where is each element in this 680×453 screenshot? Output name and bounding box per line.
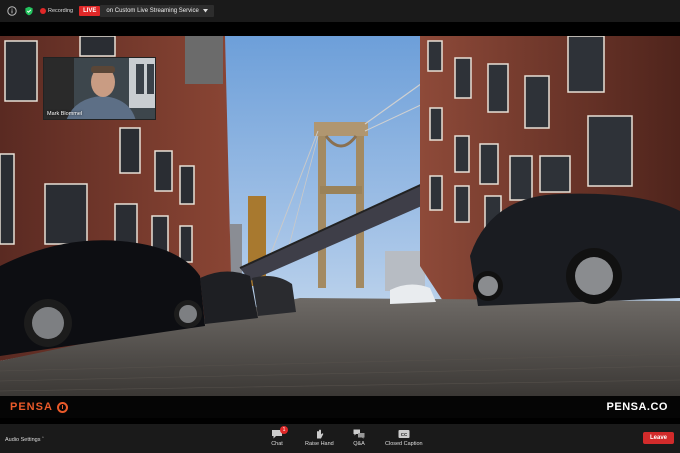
live-badge: LIVE: [79, 6, 101, 16]
raise-hand-button[interactable]: Raise Hand: [305, 429, 334, 447]
participant-name: Mark Blommel: [47, 111, 83, 117]
leave-button[interactable]: Leave: [642, 432, 674, 444]
qa-icon: [353, 429, 365, 439]
shared-video-feed: Mark Blommel: [0, 36, 680, 396]
brand-left-text: PENSA: [10, 401, 53, 413]
caret-down-icon: [202, 9, 208, 13]
power-ring-icon: [56, 401, 68, 413]
brand-banner: PENSA PENSA.CO: [0, 396, 680, 418]
audio-settings-label: Audio Settings: [5, 437, 41, 443]
meeting-toolbar: Audio Settings ˆ 1 Chat Raise Hand Q&A C…: [0, 424, 680, 453]
cc-icon: CC: [398, 429, 410, 439]
raise-hand-icon: [313, 429, 325, 439]
record-dot-icon: [40, 8, 46, 14]
info-icon[interactable]: [6, 6, 17, 17]
recording-indicator[interactable]: Recording: [40, 8, 73, 14]
self-view-thumbnail[interactable]: Mark Blommel: [43, 57, 156, 120]
pensa-logo-left: PENSA: [10, 401, 68, 413]
qa-button[interactable]: Q&A: [353, 429, 365, 447]
pensa-logo-right: PENSA.CO: [606, 401, 668, 413]
audio-settings-button[interactable]: Audio Settings ˆ: [5, 437, 44, 443]
chat-icon: 1: [271, 426, 288, 439]
caret-up-icon: ˆ: [42, 437, 44, 443]
qa-label: Q&A: [353, 441, 365, 447]
chat-label: Chat: [271, 441, 283, 447]
closed-caption-button[interactable]: CC Closed Caption: [385, 429, 423, 447]
chat-badge: 1: [280, 426, 288, 434]
live-stream-dropdown[interactable]: on Custom Live Streaming Service: [100, 5, 214, 17]
shield-icon[interactable]: [23, 6, 34, 17]
live-service-label: on Custom Live Streaming Service: [106, 8, 199, 14]
raise-hand-label: Raise Hand: [305, 441, 334, 447]
top-status-bar: Recording LIVE on Custom Live Streaming …: [0, 0, 680, 22]
closed-caption-label: Closed Caption: [385, 441, 423, 447]
svg-text:CC: CC: [401, 432, 408, 437]
chat-button[interactable]: 1 Chat: [271, 426, 288, 447]
recording-label: Recording: [48, 8, 74, 14]
